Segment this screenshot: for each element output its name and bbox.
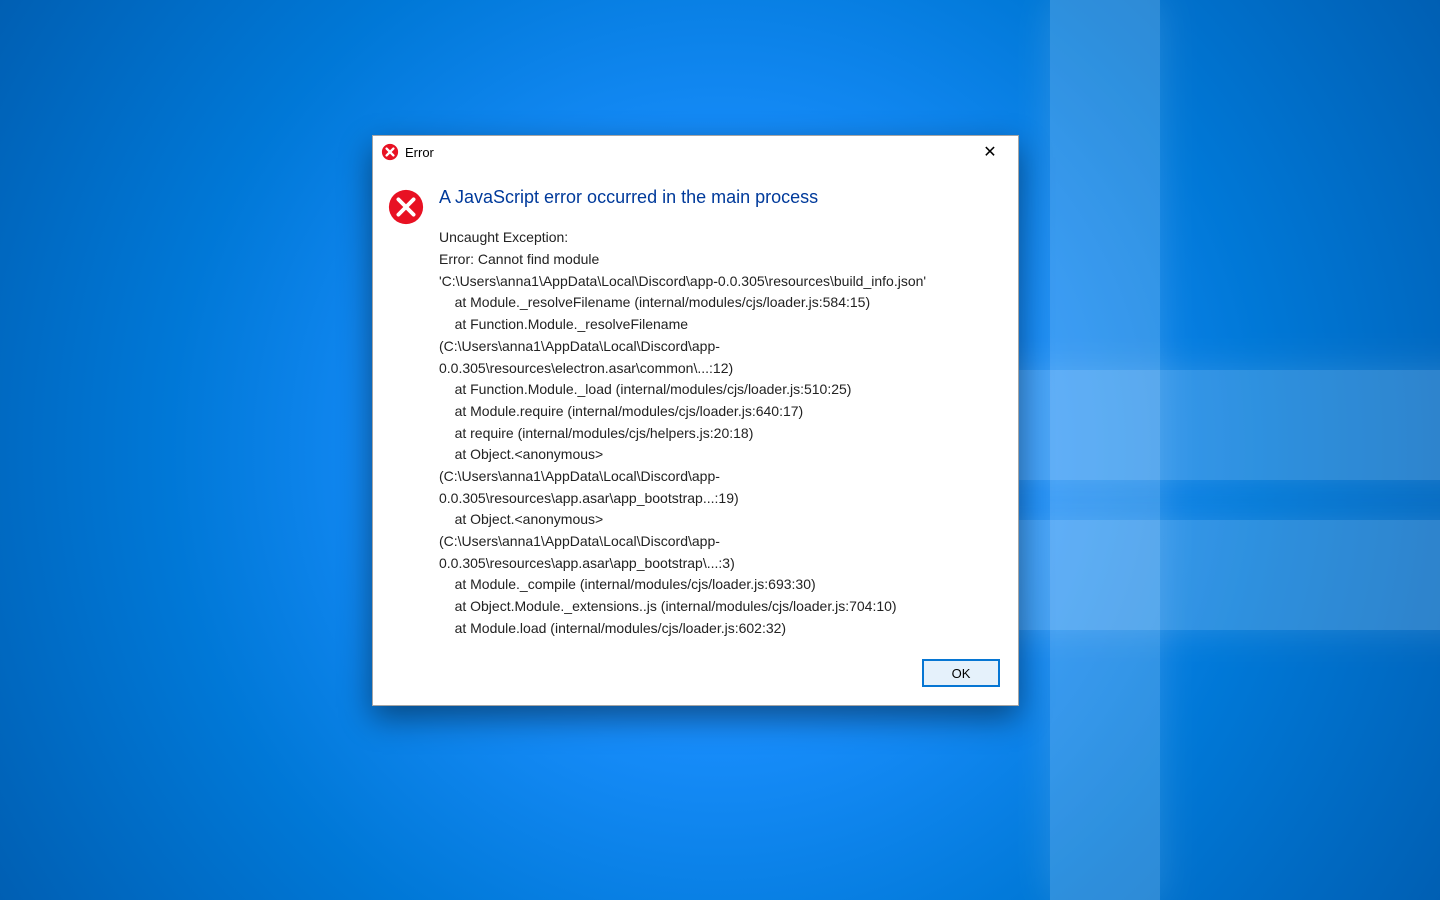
error-icon [381,143,399,161]
stack-trace-line: at Function.Module._resolveFilename [439,314,996,336]
stack-trace-line: at Module._resolveFilename (internal/mod… [439,292,996,314]
dialog-content: A JavaScript error occurred in the main … [373,168,1018,649]
stack-trace-line: at Module.require (internal/modules/cjs/… [439,401,996,423]
dialog-footer: OK [373,649,1018,705]
stack-trace-line: at Object.<anonymous> [439,444,996,466]
stack-trace-line: Uncaught Exception: [439,227,996,249]
stack-trace-line: at Object.Module._extensions..js (intern… [439,596,996,618]
stack-trace-line: at Module._compile (internal/modules/cjs… [439,574,996,596]
stack-trace-line: at require (internal/modules/cjs/helpers… [439,423,996,445]
dialog-title: Error [405,145,434,160]
close-icon: ✕ [983,142,996,162]
stack-trace-line: (C:\Users\anna1\AppData\Local\Discord\ap… [439,466,996,509]
dialog-text-column: A JavaScript error occurred in the main … [439,186,996,639]
stack-trace-line: 'C:\Users\anna1\AppData\Local\Discord\ap… [439,271,996,293]
dialog-heading: A JavaScript error occurred in the main … [439,186,996,209]
stack-trace-line: Error: Cannot find module [439,249,996,271]
stack-trace-line: at Function.Module._load (internal/modul… [439,379,996,401]
error-icon [387,188,425,226]
ok-button-label: OK [952,666,971,681]
titlebar[interactable]: Error ✕ [373,136,1018,168]
error-dialog: Error ✕ A JavaScript error occurred in t… [372,135,1019,706]
stack-trace-line: at Object.<anonymous> [439,509,996,531]
stack-trace-line: (C:\Users\anna1\AppData\Local\Discord\ap… [439,531,996,574]
stack-trace-line: at Module.load (internal/modules/cjs/loa… [439,618,996,640]
dialog-body: Uncaught Exception:Error: Cannot find mo… [439,227,996,639]
close-button[interactable]: ✕ [970,137,1010,167]
stack-trace-line: (C:\Users\anna1\AppData\Local\Discord\ap… [439,336,996,379]
ok-button[interactable]: OK [922,659,1000,687]
